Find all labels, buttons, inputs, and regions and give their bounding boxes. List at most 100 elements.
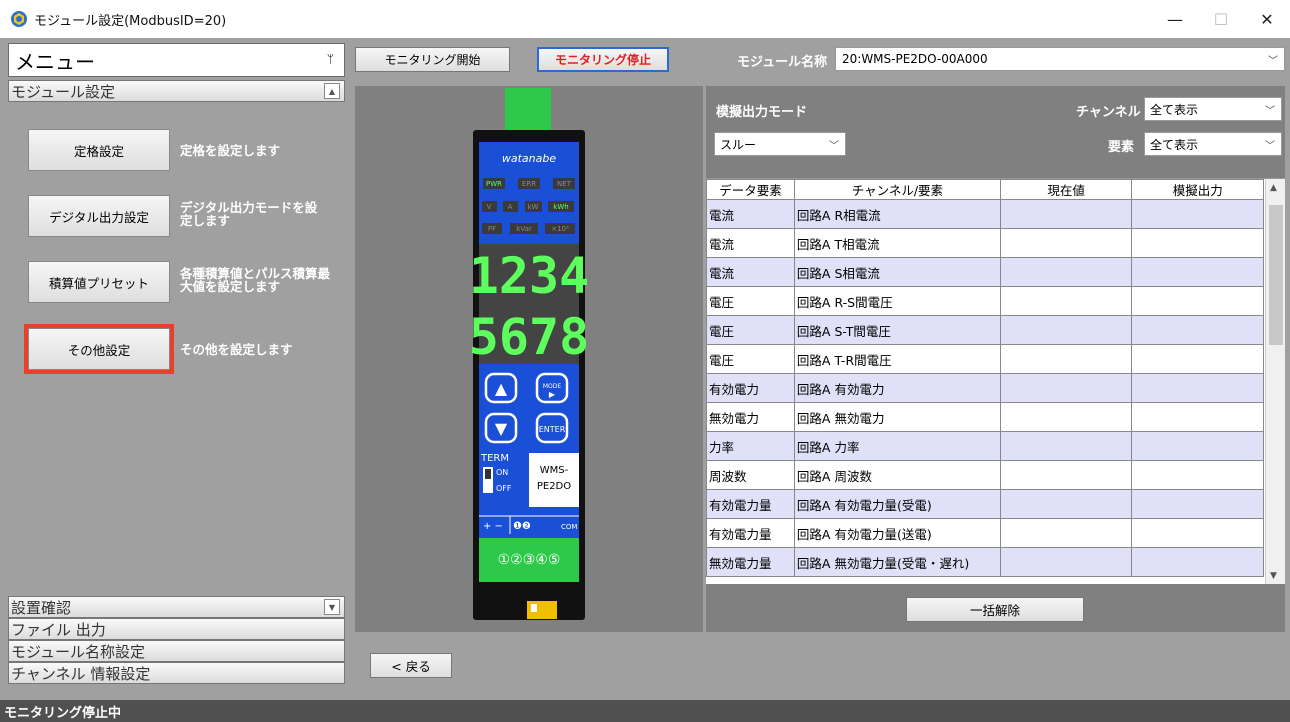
- maximize-button[interactable]: ☐: [1198, 0, 1244, 38]
- display-bottom: 5678: [469, 308, 589, 366]
- svg-text:COM: COM: [561, 523, 577, 531]
- channel-label: チャンネル: [1076, 105, 1141, 120]
- svg-text:ERR: ERR: [522, 180, 536, 188]
- cell-data-element: 有効電力量: [706, 489, 795, 519]
- title-bar: モジュール設定(ModbusID=20) — ☐ ✕: [0, 0, 1290, 38]
- scroll-down-icon[interactable]: ▼: [324, 599, 340, 615]
- stop-monitoring-button[interactable]: モニタリング停止: [537, 47, 669, 72]
- section-module-name-settings[interactable]: モジュール名称設定: [8, 640, 345, 662]
- sim-mode-select[interactable]: スルー ﹀: [714, 132, 846, 156]
- section-file-output[interactable]: ファイル 出力: [8, 618, 345, 640]
- menu-header: メニュー ᛘ: [8, 43, 345, 77]
- table-row[interactable]: 有効電力 回路A 有効電力: [706, 373, 1264, 403]
- main-area: メニュー ᛘ モジュール設定 ▲ 定格設定 定格を設定します デジタル出力設定 …: [0, 38, 1290, 700]
- table-row[interactable]: 周波数 回路A 周波数: [706, 460, 1264, 490]
- cell-sim-output[interactable]: [1131, 344, 1264, 374]
- pin-icon[interactable]: ᛘ: [327, 52, 334, 66]
- module-name-select[interactable]: 20:WMS-PE2DO-00A000 ﹀: [835, 47, 1285, 71]
- svg-text:PF: PF: [488, 225, 496, 233]
- table-row[interactable]: 電流 回路A T相電流: [706, 228, 1264, 258]
- close-button[interactable]: ✕: [1244, 0, 1290, 38]
- device-image-panel: watanabe PWR ERR NET V A kW kWh PF kVar …: [355, 86, 703, 632]
- table-row[interactable]: 電圧 回路A R-S間電圧: [706, 286, 1264, 316]
- table-row[interactable]: 電流 回路A S相電流: [706, 257, 1264, 287]
- cell-sim-output[interactable]: [1131, 228, 1264, 258]
- minimize-button[interactable]: —: [1152, 0, 1198, 38]
- section-channel-info-settings[interactable]: チャンネル 情報設定: [8, 662, 345, 684]
- cell-data-element: 電流: [706, 257, 795, 287]
- integrated-preset-button[interactable]: 積算値プリセット: [28, 261, 170, 303]
- cell-sim-output[interactable]: [1131, 431, 1264, 461]
- section-label: モジュール名称設定: [11, 642, 145, 661]
- cell-data-element: 電圧: [706, 286, 795, 316]
- start-monitoring-button[interactable]: モニタリング開始: [355, 47, 510, 72]
- cell-sim-output[interactable]: [1131, 315, 1264, 345]
- table-row[interactable]: 無効電力量 回路A 無効電力量(受電・遅れ): [706, 547, 1264, 577]
- cell-channel: 回路A 周波数: [793, 460, 1001, 490]
- cell-sim-output[interactable]: [1131, 547, 1264, 577]
- other-settings-button[interactable]: その他設定: [24, 324, 174, 374]
- digital-output-settings-button[interactable]: デジタル出力設定: [28, 195, 170, 237]
- table-row[interactable]: 有効電力量 回路A 有効電力量(受電): [706, 489, 1264, 519]
- cell-sim-output[interactable]: [1131, 199, 1264, 229]
- column-header[interactable]: チャンネル/要素: [793, 179, 1001, 200]
- rating-settings-desc: 定格を設定します: [180, 143, 281, 158]
- scroll-up-icon[interactable]: ▲: [1270, 183, 1277, 193]
- app-icon: [11, 11, 27, 27]
- column-header[interactable]: データ要素: [706, 179, 795, 200]
- cell-data-element: 周波数: [706, 460, 795, 490]
- cell-channel: 回路A T-R間電圧: [793, 344, 1001, 374]
- table-row[interactable]: 力率 回路A 力率: [706, 431, 1264, 461]
- table-row[interactable]: 有効電力量 回路A 有効電力量(送電): [706, 518, 1264, 548]
- section-label: ファイル 出力: [11, 620, 106, 639]
- table-row[interactable]: 無効電力 回路A 無効電力: [706, 402, 1264, 432]
- sidebar: メニュー ᛘ モジュール設定 ▲ 定格設定 定格を設定します デジタル出力設定 …: [8, 43, 345, 695]
- chevron-down-icon: ﹀: [829, 141, 839, 152]
- cell-sim-output[interactable]: [1131, 489, 1264, 519]
- cell-data-element: 電流: [706, 199, 795, 229]
- section-module-settings[interactable]: モジュール設定 ▲: [8, 80, 345, 102]
- rating-settings-button[interactable]: 定格設定: [28, 129, 170, 171]
- device-illustration: watanabe PWR ERR NET V A kW kWh PF kVar …: [469, 88, 589, 620]
- section-installation-check[interactable]: 設置確認 ▼: [8, 596, 345, 618]
- menu-title: メニュー: [15, 49, 95, 74]
- scroll-up-icon[interactable]: ▲: [324, 83, 340, 99]
- cell-channel: 回路A S-T間電圧: [793, 315, 1001, 345]
- cell-current-value: [999, 431, 1133, 461]
- table-row[interactable]: 電圧 回路A S-T間電圧: [706, 315, 1264, 345]
- svg-text:A: A: [508, 203, 513, 211]
- cell-sim-output[interactable]: [1131, 257, 1264, 287]
- cell-sim-output[interactable]: [1131, 373, 1264, 403]
- chevron-down-icon: ﹀: [1265, 106, 1275, 117]
- window-title: モジュール設定(ModbusID=20): [34, 13, 227, 29]
- column-header[interactable]: 現在値: [999, 179, 1133, 200]
- table-row[interactable]: 電圧 回路A T-R間電圧: [706, 344, 1264, 374]
- toolbar: モニタリング開始 モニタリング停止 モジュール名称 20:WMS-PE2DO-0…: [355, 43, 1285, 75]
- element-value: 全て表示: [1150, 137, 1199, 152]
- svg-text:NET: NET: [557, 180, 572, 188]
- cell-sim-output[interactable]: [1131, 402, 1264, 432]
- table-row[interactable]: 電流 回路A R相電流: [706, 199, 1264, 229]
- scroll-down-icon[interactable]: ▼: [1270, 571, 1277, 581]
- svg-text:kW: kW: [528, 203, 539, 211]
- svg-text:kVar: kVar: [516, 225, 532, 233]
- cell-sim-output[interactable]: [1131, 460, 1264, 490]
- cell-current-value: [999, 518, 1133, 548]
- channel-select[interactable]: 全て表示 ﹀: [1144, 97, 1282, 121]
- table-scrollbar[interactable]: ▲ ▼: [1265, 179, 1285, 584]
- scrollbar-thumb[interactable]: [1269, 205, 1283, 345]
- cell-sim-output[interactable]: [1131, 518, 1264, 548]
- svg-text:▲: ▲: [495, 379, 508, 398]
- column-header[interactable]: 模擬出力: [1131, 179, 1264, 200]
- release-all-button[interactable]: 一括解除: [906, 597, 1084, 622]
- cell-data-element: 無効電力: [706, 402, 795, 432]
- back-button[interactable]: < 戻る: [370, 653, 452, 678]
- svg-text:TERM: TERM: [480, 453, 509, 464]
- element-select[interactable]: 全て表示 ﹀: [1144, 132, 1282, 156]
- element-label: 要素: [1108, 140, 1135, 155]
- svg-text:V: V: [487, 203, 492, 211]
- chevron-down-icon: ﹀: [1268, 56, 1278, 67]
- svg-text:▼: ▼: [495, 419, 508, 438]
- cell-sim-output[interactable]: [1131, 286, 1264, 316]
- simulation-table: データ要素 チャンネル/要素 現在値 模擬出力 電流 回路A R相電流 電流 回路A …: [706, 178, 1285, 584]
